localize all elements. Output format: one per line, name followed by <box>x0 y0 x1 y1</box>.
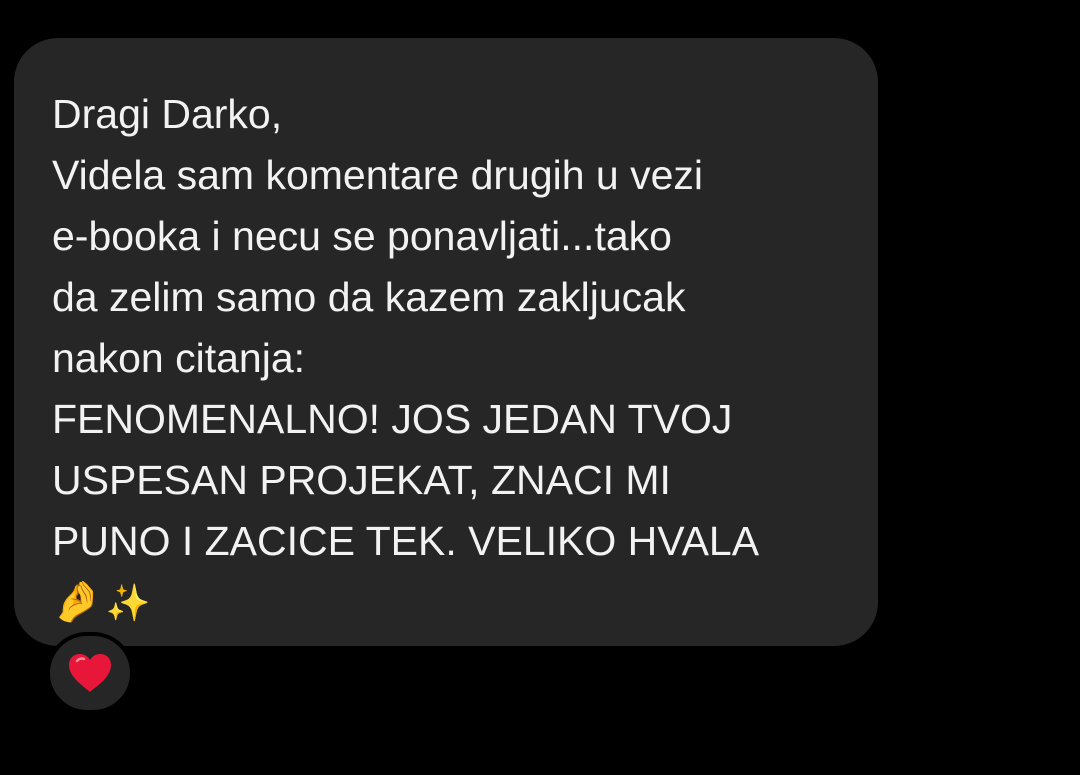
message-line: da zelim samo da kazem zakljucak <box>52 274 686 320</box>
message-line: USPESAN PROJEKAT, ZNACI MI <box>52 457 671 503</box>
message-line: Videla sam komentare drugih u vezi <box>52 152 704 198</box>
reaction-badge[interactable] <box>46 632 134 714</box>
message-line: FENOMENALNO! JOS JEDAN TVOJ <box>52 396 733 442</box>
message-line: e-booka i necu se ponavljati...tako <box>52 213 672 259</box>
pinched-fingers-icon: 🤌 <box>52 579 102 625</box>
emoji-line: 🤌 ✨ <box>52 572 858 633</box>
message-line: nakon citanja: <box>52 335 306 381</box>
message-line: PUNO I ZACICE TEK. VELIKO HVALA <box>52 518 760 564</box>
red-heart-icon <box>67 652 113 694</box>
chat-screen: Dragi Darko, Videla sam komentare drugih… <box>0 0 1080 775</box>
sparkles-icon: ✨ <box>105 583 151 624</box>
message-text: Dragi Darko, Videla sam komentare drugih… <box>52 84 858 633</box>
message-line: Dragi Darko, <box>52 91 283 137</box>
message-bubble[interactable]: Dragi Darko, Videla sam komentare drugih… <box>14 38 878 646</box>
